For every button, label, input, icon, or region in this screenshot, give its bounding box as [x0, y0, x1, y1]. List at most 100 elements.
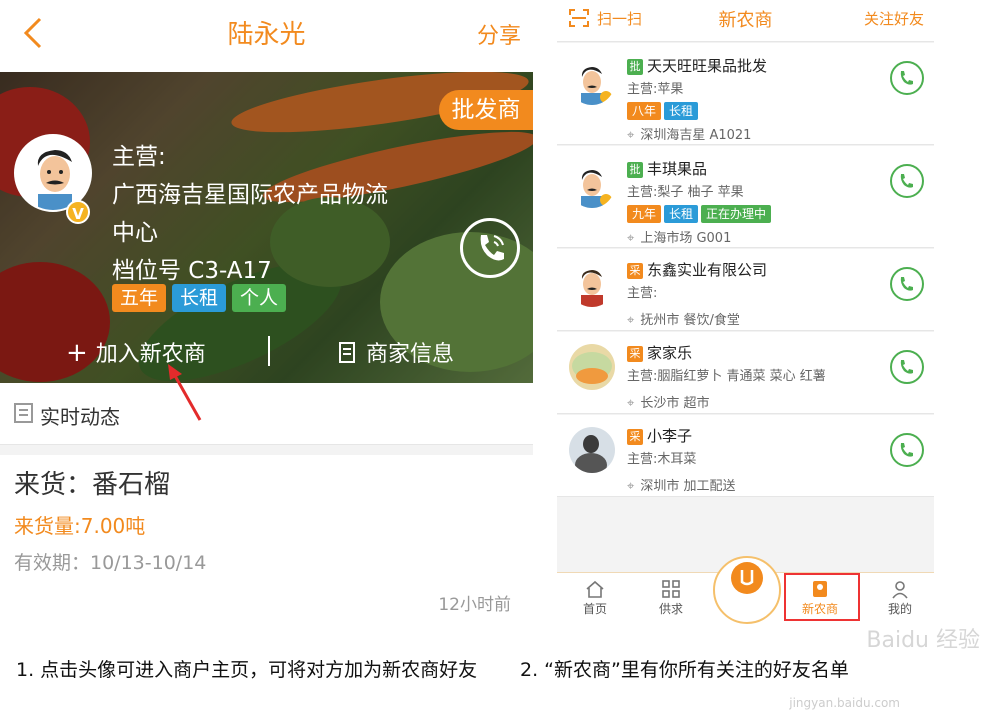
type-badge: 批	[627, 59, 643, 75]
phone-icon	[900, 277, 913, 291]
merchant-main: 主营:	[627, 286, 658, 301]
document-icon	[339, 342, 355, 363]
plus-icon: +	[66, 338, 88, 368]
follow-friends-button[interactable]: 关注好友	[864, 8, 924, 29]
tab-profile[interactable]: 我的	[870, 579, 930, 617]
merchant-avatar	[569, 261, 615, 307]
call-button[interactable]	[890, 164, 924, 198]
merchant-name: 家家乐	[647, 344, 693, 362]
call-button[interactable]	[460, 218, 520, 278]
merchant-info: 主营: 广西海吉星国际农产品物流 中心 档位号 C3-A17	[112, 138, 442, 290]
merchant-row[interactable]: 批丰琪果品 主营:梨子 柚子 苹果 九年 长租 正在办理中 ⌖ 上海市场 G001	[557, 146, 934, 248]
merchant-location: ⌖ 抚州市 餐饮/食堂	[627, 309, 740, 328]
profile-banner: 批发商 V 主营: 广西海吉星国际农产品物流 中心 档位号 C3-A17 五年 …	[0, 72, 533, 383]
merchant-location: ⌖ 上海市场 G001	[627, 227, 731, 246]
merchant-main: 主营:木耳菜	[627, 452, 697, 467]
merchant-tags: 九年 长租 正在办理中	[627, 203, 774, 223]
caption-left: 1. 点击头像可进入商户主页，可将对方加为新农商好友	[16, 659, 478, 681]
market-name-line2: 中心	[112, 220, 158, 246]
tab-supply-demand-label: 供求	[658, 602, 683, 616]
call-button[interactable]	[890, 433, 924, 467]
phone-icon	[480, 235, 504, 261]
feed-section-label: 实时动态	[40, 405, 120, 429]
merchant-location: ⌖ 长沙市 超市	[627, 392, 709, 411]
phone-icon	[900, 174, 913, 188]
chip-lease: 长租	[172, 284, 227, 312]
watermark: Baidu 经验	[866, 628, 980, 653]
network-screen: 扫一扫 新农商 关注好友 批天天旺旺果品批发 主营:苹果 八年长租 ⌖深圳海	[557, 0, 934, 624]
merchant-name: 天天旺旺果品批发	[647, 57, 768, 75]
merchant-chips: 五年 长租 个人	[112, 284, 292, 312]
call-button[interactable]	[890, 61, 924, 95]
highlight-box	[784, 573, 860, 621]
phone-icon	[900, 443, 913, 457]
cartoon-avatar-icon	[581, 170, 612, 208]
publish-icon	[731, 562, 763, 594]
merchant-name: 东鑫实业有限公司	[647, 261, 768, 279]
location-icon: ⌖	[627, 231, 635, 246]
location-text: 抚州市 餐饮/食堂	[640, 313, 740, 328]
call-button[interactable]	[890, 350, 924, 384]
main-business-label: 主营:	[112, 144, 166, 170]
merchant-location: ⌖ 深圳海吉星 A1021	[627, 124, 751, 143]
location-icon: ⌖	[627, 128, 635, 143]
merchant-name-line: 批天天旺旺果品批发	[627, 55, 767, 76]
feed-goods[interactable]: 来货：番石榴	[14, 464, 170, 501]
tag-lease: 长租	[664, 102, 699, 120]
chip-type: 个人	[232, 284, 287, 312]
location-text: 深圳海吉星 A1021	[640, 128, 752, 143]
grid-icon	[662, 580, 680, 598]
feed-icon	[14, 403, 33, 423]
tag-lease: 长租	[664, 205, 699, 223]
user-icon	[892, 581, 908, 599]
merchant-name-line: 采小李子	[627, 425, 692, 446]
tab-profile-label: 我的	[887, 602, 912, 616]
merchant-row[interactable]: 采东鑫实业有限公司 主营: ⌖ 抚州市 餐饮/食堂	[557, 249, 934, 331]
merchant-name-line: 采家家乐	[627, 342, 692, 363]
merchant-name: 丰琪果品	[647, 160, 708, 178]
location-text: 上海市场 G001	[640, 231, 732, 246]
merchant-name-line: 采东鑫实业有限公司	[627, 259, 767, 280]
merchant-row[interactable]: 采家家乐 主营:胭脂红萝卜 青通菜 菜心 红薯 ⌖ 长沙市 超市	[557, 332, 934, 414]
location-text: 长沙市 超市	[640, 396, 710, 411]
location-icon: ⌖	[627, 313, 635, 328]
merchant-main: 主营:苹果	[627, 82, 684, 97]
feed-quantity: 来货量:7.00吨	[14, 514, 146, 538]
location-text: 深圳市 加工配送	[640, 479, 736, 494]
feed-timestamp: 12小时前	[438, 595, 511, 615]
verified-badge: V	[66, 200, 90, 224]
tab-supply-demand[interactable]: 供求	[641, 579, 701, 617]
feed-section-header: 实时动态	[0, 383, 533, 445]
merchant-row[interactable]: 批天天旺旺果品批发 主营:苹果 八年 长租 ⌖ 深圳海吉星 A1021	[557, 43, 934, 145]
location-icon: ⌖	[627, 479, 635, 494]
merchant-info-button[interactable]: 商家信息	[338, 336, 454, 368]
watermark-url: jingyan.baidu.com	[789, 696, 900, 710]
melon-avatar-icon	[572, 352, 612, 384]
feed-validity: 有效期：10/13-10/14	[14, 552, 207, 574]
merchant-profile-screen: 陆永光 分享 批发商 V 主营: 广西海吉星国际农产品物流 中心 档位号 C3-…	[0, 0, 533, 621]
location-icon: ⌖	[627, 396, 635, 411]
chip-years: 五年	[112, 284, 167, 312]
tag-years: 九年	[627, 205, 662, 223]
market-name-line1: 广西海吉星国际农产品物流	[112, 182, 388, 208]
merchant-row[interactable]: 采小李子 主营:木耳菜 ⌖ 深圳市 加工配送	[557, 415, 934, 497]
profile-header: 陆永光 分享	[0, 0, 533, 72]
merchant-tags: 八年 长租	[627, 100, 701, 120]
merchant-main: 主营:胭脂红萝卜 青通菜 菜心 红薯	[627, 369, 826, 384]
merchant-name: 小李子	[647, 427, 693, 445]
merchant-avatar	[569, 59, 615, 105]
tab-home[interactable]: 首页	[565, 579, 625, 617]
merchant-avatar	[569, 344, 615, 390]
publish-button[interactable]	[713, 556, 781, 624]
merchant-name-line: 批丰琪果品	[627, 158, 707, 179]
page-title: 陆永光	[227, 20, 306, 50]
tag-status: 正在办理中	[701, 205, 772, 223]
merchant-avatar	[569, 427, 615, 473]
network-header: 扫一扫 新农商 关注好友	[557, 0, 934, 42]
cartoon-avatar-icon	[581, 270, 603, 307]
call-button[interactable]	[890, 267, 924, 301]
tag-years: 八年	[627, 102, 662, 120]
share-button[interactable]: 分享	[477, 18, 521, 50]
wholesale-tag: 批发商	[439, 90, 533, 130]
merchant-avatar	[569, 162, 615, 208]
